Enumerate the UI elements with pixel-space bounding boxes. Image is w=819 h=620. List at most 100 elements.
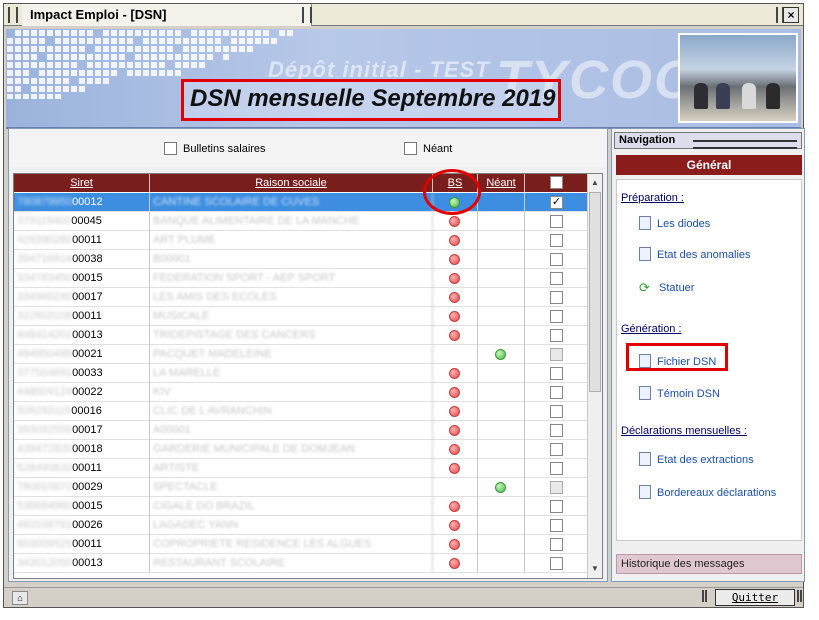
row-checkbox[interactable] [550, 462, 563, 475]
table-row[interactable]: 80300952900011 COPROPRIETE RESIDENCE LES … [14, 535, 588, 554]
row-checkbox[interactable] [550, 329, 563, 342]
neant-cell [478, 554, 525, 573]
row-checkbox[interactable] [550, 519, 563, 532]
row-checkbox[interactable] [550, 538, 563, 551]
mosaic-tile [31, 30, 37, 36]
select-all-checkbox[interactable] [550, 176, 563, 189]
select-cell [525, 516, 588, 535]
col-select[interactable] [525, 174, 588, 192]
table-row[interactable]: 49495049900021 PACQUET MADELEINE [14, 345, 588, 364]
message-history[interactable]: Historique des messages [616, 554, 802, 574]
neant-cell [478, 459, 525, 478]
table-row[interactable]: 33496024000017 LES AMIS DES ECOLES [14, 288, 588, 307]
mosaic-tile [7, 86, 13, 92]
mosaic-tile [55, 70, 61, 76]
mosaic-tile [79, 38, 85, 44]
quit-button[interactable]: Quitter [715, 589, 795, 606]
quit-grip-left [702, 590, 707, 602]
status-bar: ⌂ Quitter [4, 587, 803, 607]
close-button[interactable]: × [783, 7, 799, 23]
scroll-down-icon[interactable]: ▼ [588, 562, 602, 576]
table-row[interactable]: 44850412400022 KIV [14, 383, 588, 402]
table-row[interactable]: 33478345000015 FEDERATION SPORT - AEP SPO… [14, 269, 588, 288]
nav-item-statuer[interactable]: ⟳ Statuer [639, 280, 694, 295]
table-row[interactable]: 37750469100033 LA MARELLE [14, 364, 588, 383]
row-checkbox[interactable]: ✓ [550, 196, 563, 209]
nav-item-etat-extractions[interactable]: Etat des extractions [639, 452, 754, 466]
grid-header: Siret Raison sociale BS Néant [14, 174, 588, 192]
neant-cell [478, 497, 525, 516]
document-search-icon [639, 386, 651, 400]
table-row[interactable]: 50929311500016 CLIC DE L AVRANCHIN [14, 402, 588, 421]
table-row[interactable]: 39471691400038 B00001 [14, 250, 588, 269]
table-row[interactable]: 53868496000015 CIGALE DO BRAZIL [14, 497, 588, 516]
select-cell [525, 402, 588, 421]
mosaic-tile [31, 62, 37, 68]
row-checkbox[interactable] [550, 557, 563, 570]
table-row[interactable]: 78091587200029 SPECTACLE [14, 478, 588, 497]
table-row[interactable]: 39309255900017 A00001 [14, 421, 588, 440]
mosaic-tile [87, 70, 93, 76]
row-checkbox[interactable] [550, 367, 563, 380]
mosaic-tile [191, 38, 197, 44]
row-checkbox[interactable] [550, 424, 563, 437]
mosaic-tile [7, 70, 13, 76]
table-row[interactable]: 32290310800011 MUSICALE [14, 307, 588, 326]
row-checkbox[interactable] [550, 500, 563, 513]
mosaic-tile [95, 46, 101, 52]
mosaic-tile [119, 62, 125, 68]
table-row[interactable]: 34301205000013 RESTAURANT SCOLAIRE [14, 554, 588, 573]
neant-filter-checkbox[interactable] [404, 142, 417, 155]
row-checkbox[interactable] [550, 443, 563, 456]
select-cell [525, 383, 588, 402]
scroll-thumb[interactable] [589, 192, 601, 392]
row-checkbox[interactable] [550, 481, 563, 494]
mosaic-tile [63, 70, 69, 76]
row-checkbox[interactable] [550, 272, 563, 285]
row-checkbox[interactable] [550, 291, 563, 304]
table-row[interactable]: 52849083300011 ARTISTE [14, 459, 588, 478]
scroll-up-icon[interactable]: ▲ [588, 176, 602, 190]
row-checkbox[interactable] [550, 310, 563, 323]
mosaic-tile [135, 70, 141, 76]
nav-item-bordereaux[interactable]: Bordereaux déclarations [639, 485, 776, 499]
col-neant[interactable]: Néant [478, 174, 525, 192]
bs-cell [433, 459, 478, 478]
siret-cell: 39309255900017 [14, 421, 150, 440]
mosaic-tile [15, 30, 21, 36]
raison-cell: BANQUE ALIMENTAIRE DE LA MANCHE [150, 212, 433, 231]
table-row[interactable]: 42939026000011 ART PLUME [14, 231, 588, 250]
row-checkbox[interactable] [550, 405, 563, 418]
select-cell [525, 535, 588, 554]
table-row[interactable]: 44841420100013 TRIDEPISTAGE DES CANCERS [14, 326, 588, 345]
row-checkbox[interactable] [550, 348, 563, 361]
nav-general-header[interactable]: Général [616, 155, 802, 175]
nav-item-les-diodes[interactable]: Les diodes [639, 216, 710, 230]
nav-item-etat-anomalies[interactable]: Etat des anomalies [639, 247, 751, 261]
bs-cell [433, 212, 478, 231]
grid-scrollbar[interactable]: ▲ ▼ [587, 174, 602, 578]
neant-filter-label: Néant [423, 143, 453, 155]
select-cell [525, 554, 588, 573]
bulletins-checkbox[interactable] [164, 142, 177, 155]
mosaic-tile [167, 70, 173, 76]
row-checkbox[interactable] [550, 386, 563, 399]
row-checkbox[interactable] [550, 253, 563, 266]
siret-cell: 78087995000012 [14, 193, 150, 212]
mosaic-tile [199, 54, 205, 60]
table-row[interactable]: 37911940000045 BANQUE ALIMENTAIRE DE LA M… [14, 212, 588, 231]
col-siret[interactable]: Siret [14, 174, 150, 192]
document-search-icon [639, 452, 651, 466]
mosaic-tile [111, 62, 117, 68]
mosaic-tile [79, 78, 85, 84]
col-raison-sociale[interactable]: Raison sociale [150, 174, 433, 192]
mosaic-tile [31, 94, 37, 99]
siret-suffix: 00021 [72, 348, 103, 360]
table-row[interactable]: 78087995000012 CANTINE SCOLAIRE DE CUVES ✓ [14, 193, 588, 212]
row-checkbox[interactable] [550, 215, 563, 228]
mosaic-tile [15, 62, 21, 68]
table-row[interactable]: 43947282000018 GARDERIE MUNICIPALE DE DOM… [14, 440, 588, 459]
nav-item-temoin-dsn[interactable]: Témoin DSN [639, 386, 720, 400]
row-checkbox[interactable] [550, 234, 563, 247]
table-row[interactable]: 49203878100026 LAGADEC YANN [14, 516, 588, 535]
